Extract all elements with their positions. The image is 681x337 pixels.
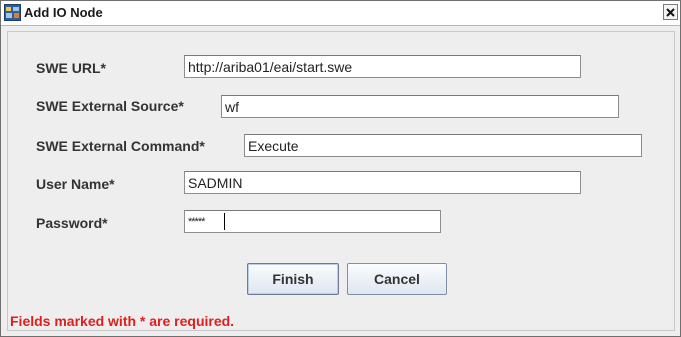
cancel-button[interactable]: Cancel (347, 263, 447, 295)
swe-external-source-label: SWE External Source* (36, 98, 184, 114)
app-window-icon (4, 4, 21, 21)
swe-external-command-input[interactable] (244, 134, 642, 157)
user-name-label: User Name* (36, 176, 115, 192)
text-caret (224, 213, 225, 230)
user-name-input[interactable] (184, 171, 581, 194)
required-fields-note: Fields marked with * are required. (10, 313, 235, 329)
swe-external-source-input[interactable] (221, 95, 619, 118)
title-bar[interactable]: Add IO Node (1, 1, 680, 26)
password-label: Password* (36, 215, 108, 231)
swe-url-input[interactable] (184, 55, 581, 78)
add-io-node-dialog: Add IO Node SWE URL* SWE External Source… (0, 0, 681, 337)
close-button[interactable] (663, 4, 678, 20)
finish-button[interactable]: Finish (247, 263, 339, 295)
swe-external-command-label: SWE External Command* (36, 138, 205, 154)
swe-url-label: SWE URL* (36, 60, 106, 76)
close-icon (666, 8, 675, 17)
dialog-title: Add IO Node (24, 5, 103, 20)
password-input[interactable] (184, 210, 441, 233)
